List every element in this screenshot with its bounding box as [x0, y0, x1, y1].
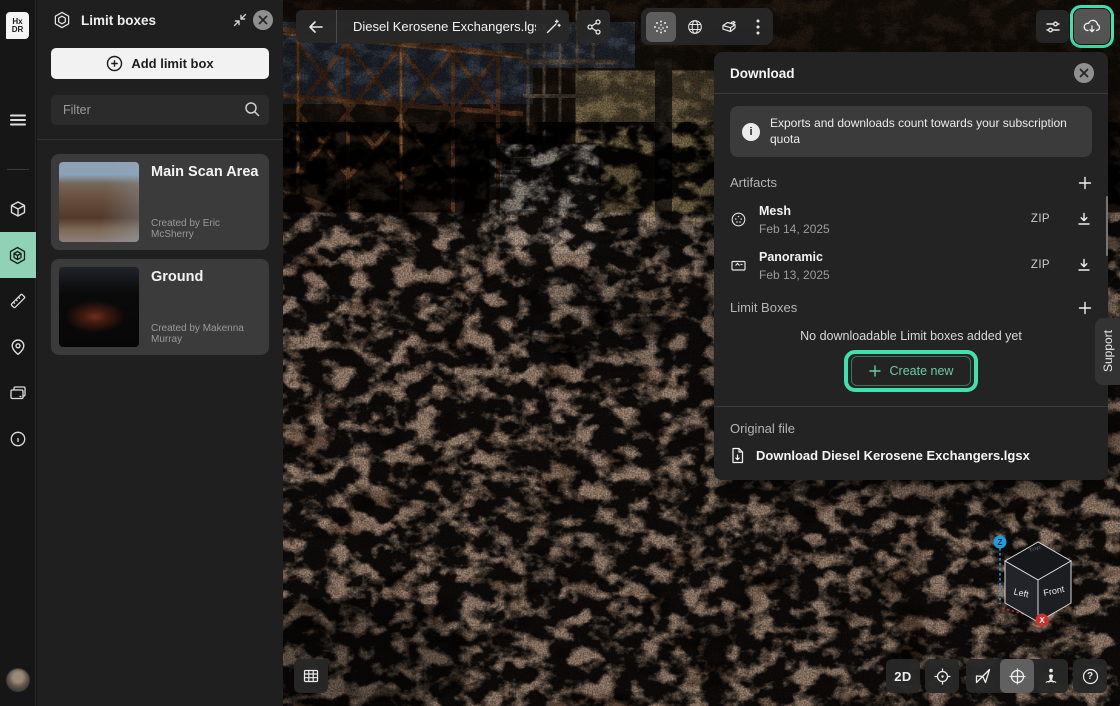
filter-input[interactable] — [51, 95, 269, 125]
create-new-button[interactable]: Create new — [851, 356, 972, 386]
limit-boxes-section-label: Limit Boxes — [730, 300, 797, 315]
download-panel: Download i Exports and downloads count t… — [714, 52, 1108, 480]
panel-scrollbar[interactable] — [1106, 196, 1108, 256]
recenter-button[interactable] — [925, 659, 959, 693]
close-panel-icon[interactable] — [253, 10, 273, 30]
rail-item-measure[interactable] — [0, 278, 36, 324]
support-tab[interactable]: Support — [1095, 318, 1120, 385]
help-button[interactable]: ? — [1073, 659, 1107, 693]
download-artifact-icon[interactable] — [1076, 257, 1092, 273]
measure-icon — [9, 292, 27, 310]
panoramic-artifact-icon — [730, 257, 747, 274]
limit-boxes-empty-text: No downloadable Limit boxes added yet — [714, 329, 1108, 343]
info-icon — [9, 430, 27, 448]
info-icon: i — [742, 123, 760, 141]
add-limit-box-download-icon[interactable] — [1078, 301, 1092, 315]
card-title: Main Scan Area — [151, 164, 261, 180]
download-original-file-link[interactable]: Download Diesel Kerosene Exchangers.lgsx — [730, 447, 1092, 464]
magic-wand-button[interactable] — [536, 10, 569, 43]
navigation-mode-group — [966, 659, 1068, 693]
limit-boxes-panel: Limit boxes Add limit box Main Scan Area… — [37, 0, 283, 706]
rail-item-locations[interactable] — [0, 324, 36, 370]
rail-item-media[interactable] — [0, 370, 36, 416]
close-download-panel-icon[interactable] — [1074, 63, 1094, 83]
plus-circle-icon — [106, 55, 123, 72]
location-pin-icon — [9, 338, 27, 356]
artifact-row-panoramic: Panoramic Feb 13, 2025 ZIP — [730, 248, 1092, 282]
limit-box-card-main-scan-area[interactable]: Main Scan Area Created by Eric McSherry — [51, 154, 269, 250]
original-file-label: Original file — [730, 421, 1092, 436]
media-icon — [9, 384, 27, 402]
document-title: Diesel Kerosene Exchangers.lgsx — [337, 19, 563, 34]
artifact-format: ZIP — [1031, 213, 1050, 225]
artifact-date: Feb 13, 2025 — [759, 268, 1019, 282]
viewer-titlebar: Diesel Kerosene Exchangers.lgsx — [296, 10, 563, 43]
tool-rail: Hx DR — [0, 0, 36, 706]
share-button[interactable] — [577, 10, 610, 43]
user-avatar[interactable] — [6, 668, 30, 692]
limit-box-card-ground[interactable]: Ground Created by Makenna Murray — [51, 259, 269, 355]
mesh-view-button[interactable] — [680, 12, 710, 42]
navigation-cube[interactable]: Top Left Front Z X — [990, 530, 1086, 630]
artifact-format: ZIP — [1031, 259, 1050, 271]
artifact-row-mesh: Mesh Feb 14, 2025 ZIP — [730, 202, 1092, 236]
filter-settings-button[interactable] — [1036, 10, 1069, 43]
add-artifact-icon[interactable] — [1078, 176, 1092, 190]
view-mode-group — [641, 8, 773, 45]
card-thumbnail — [59, 162, 139, 242]
download-artifact-icon[interactable] — [1076, 211, 1092, 227]
artifact-date: Feb 14, 2025 — [759, 222, 1019, 236]
quota-notice: i Exports and downloads count towards yo… — [730, 106, 1092, 157]
point-cloud-view-button[interactable] — [646, 12, 676, 42]
rail-item-model[interactable] — [0, 186, 36, 232]
add-limit-box-button[interactable]: Add limit box — [51, 48, 269, 79]
card-title: Ground — [151, 269, 261, 285]
svg-text:X: X — [1039, 616, 1045, 625]
artifact-name: Mesh — [759, 204, 791, 218]
2d-mode-button[interactable]: 2D — [886, 659, 920, 693]
download-panel-title: Download — [730, 66, 795, 81]
rail-item-info[interactable] — [0, 416, 36, 462]
card-thumbnail — [59, 267, 139, 347]
limit-box-icon — [53, 11, 71, 29]
download-button-highlight — [1070, 5, 1114, 48]
svg-text:Z: Z — [998, 538, 1003, 547]
file-download-icon — [730, 447, 745, 464]
plus-icon — [869, 365, 881, 377]
hxdr-app: Hx DR Limit boxes — [0, 0, 1120, 706]
rail-item-limit-boxes[interactable] — [0, 232, 36, 278]
orbit-navigation-button[interactable] — [1000, 659, 1034, 693]
model-cube-icon — [9, 200, 27, 218]
help-glyph: ? — [1087, 671, 1093, 682]
panel-title: Limit boxes — [81, 13, 227, 28]
artifact-name: Panoramic — [759, 250, 823, 264]
artifacts-section-label: Artifacts — [730, 175, 777, 190]
collapse-panel-icon[interactable] — [227, 7, 253, 33]
search-icon — [243, 100, 261, 118]
download-button[interactable] — [1074, 9, 1110, 44]
limit-box-icon — [8, 246, 27, 265]
mesh-artifact-icon — [730, 211, 747, 228]
card-meta: Created by Makenna Murray — [151, 323, 261, 347]
card-meta: Created by Eric McSherry — [151, 218, 261, 242]
main-menu-icon[interactable] — [0, 97, 36, 143]
point-cloud-viewport[interactable]: Diesel Kerosene Exchangers.lgsx — [283, 0, 1120, 706]
more-options-button[interactable] — [748, 12, 768, 42]
hxdr-logo[interactable]: Hx DR — [6, 12, 29, 39]
back-button[interactable] — [296, 10, 336, 43]
walk-navigation-button[interactable] — [1034, 659, 1068, 693]
grid-view-button[interactable] — [294, 659, 328, 693]
fly-navigation-button[interactable] — [966, 659, 1000, 693]
rail-divider — [7, 169, 29, 170]
panorama-view-button[interactable] — [714, 12, 744, 42]
panel-divider — [714, 406, 1108, 407]
